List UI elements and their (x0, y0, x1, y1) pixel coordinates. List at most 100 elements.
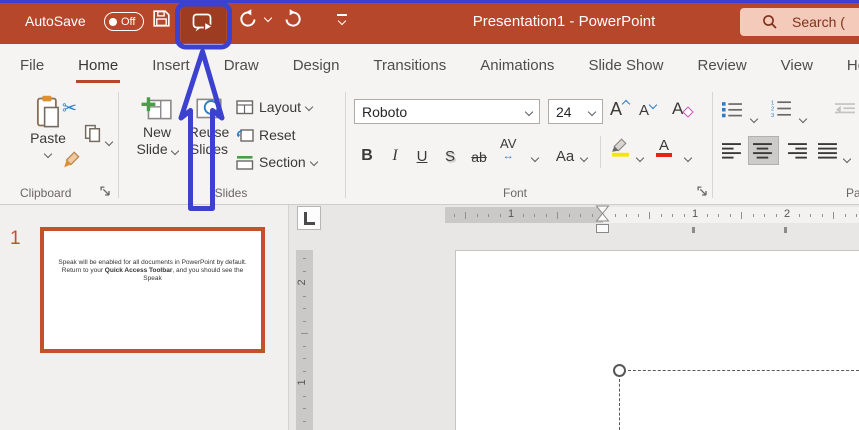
chevron-down-icon (104, 137, 114, 147)
bold-label: B (361, 147, 373, 164)
chevron-down-icon (842, 154, 852, 164)
chevron-down-icon (263, 13, 273, 23)
qat-overflow-line-icon (337, 14, 347, 16)
ruler-tick (741, 212, 742, 219)
tab-animations[interactable]: Animations (478, 48, 556, 83)
bullets-button[interactable] (722, 101, 743, 118)
autosave-toggle[interactable]: Off (104, 12, 144, 31)
spacing-label: AV (500, 136, 517, 151)
ruler-tick (303, 408, 306, 409)
tab-draw[interactable]: Draw (222, 48, 261, 83)
ruler-tick (303, 395, 306, 397)
floppy-disk-icon (151, 8, 172, 29)
slide-thumbnail-text: Speak will be enabled for all documents … (58, 259, 247, 282)
section-button[interactable]: Section (236, 154, 318, 170)
horizontal-ruler: 1 1 2 (445, 207, 859, 223)
text-highlight-button[interactable] (610, 136, 631, 157)
change-case-button[interactable]: Aa (553, 139, 577, 165)
tab-stop-mark[interactable] (692, 227, 695, 233)
format-painter-button[interactable] (62, 149, 82, 169)
clipboard-dialog-launcher-icon[interactable] (100, 186, 111, 197)
redo-button[interactable] (283, 8, 306, 28)
text-shadow-button[interactable]: S (440, 139, 460, 165)
grow-font-button[interactable]: A (610, 99, 631, 120)
ruler-tick (718, 214, 719, 217)
font-family-combo[interactable]: Roboto (354, 99, 540, 124)
align-right-button[interactable] (788, 143, 809, 159)
autosave-label: AutoSave (25, 13, 86, 29)
tab-design[interactable]: Design (291, 48, 342, 83)
shrink-font-button[interactable]: A (639, 100, 658, 119)
section-icon (236, 155, 254, 170)
bold-button[interactable]: B (356, 139, 378, 165)
font-color-button[interactable]: A (656, 137, 672, 157)
spacing-dropdown[interactable] (530, 148, 540, 166)
ruler-number: 1 (296, 379, 309, 386)
tab-view[interactable]: View (779, 48, 815, 83)
undo-button[interactable] (235, 8, 258, 28)
copy-pages-icon (84, 124, 101, 143)
align-center-button[interactable] (753, 143, 774, 159)
left-indent-marker[interactable] (596, 224, 609, 233)
magnifier-icon (762, 14, 778, 30)
cut-button[interactable]: ✂ (62, 98, 77, 119)
slide-thumbnail[interactable]: Speak will be enabled for all documents … (40, 227, 265, 353)
font-color-dropdown[interactable] (683, 148, 693, 166)
justify-button[interactable] (818, 143, 839, 159)
chevron-down-icon (635, 153, 645, 163)
font-dialog-launcher-icon[interactable] (697, 186, 708, 197)
resize-handle-circle[interactable] (613, 364, 626, 377)
slide-canvas[interactable] (455, 250, 859, 430)
justify-dropdown[interactable] (842, 149, 852, 167)
ruler-number: 1 (507, 208, 515, 220)
clear-formatting-button[interactable]: A (672, 99, 695, 119)
reset-button[interactable]: Reset (236, 127, 296, 143)
underline-button[interactable]: U (412, 139, 432, 165)
ruler-tick (591, 214, 593, 217)
italic-button[interactable]: I (385, 139, 405, 165)
ruler-tick (752, 214, 754, 217)
new-slide-label2: Slide (136, 141, 179, 158)
tab-help[interactable]: Help (845, 48, 859, 83)
tab-review[interactable]: Review (695, 48, 748, 83)
ruler-tick (545, 214, 547, 217)
align-left-button[interactable] (722, 143, 743, 159)
copy-dropdown[interactable] (104, 132, 114, 150)
speak-button[interactable] (181, 4, 226, 43)
font-size-combo[interactable]: 24 (548, 99, 603, 124)
ruler-tick (303, 370, 306, 372)
new-slide-button[interactable]: New Slide (131, 94, 183, 158)
tab-slide-show[interactable]: Slide Show (586, 48, 665, 83)
highlight-dropdown[interactable] (635, 148, 645, 166)
character-spacing-button[interactable]: AV ↔ (500, 136, 517, 162)
strikethrough-button[interactable]: ab (467, 139, 491, 165)
undo-dropdown[interactable] (263, 13, 273, 23)
decrease-indent-button[interactable] (835, 102, 856, 117)
reuse-slides-button[interactable]: Reuse Slides (183, 94, 235, 158)
tab-home[interactable]: Home (76, 48, 121, 83)
tab-selector-box[interactable] (297, 206, 321, 230)
autosave-state: Off (121, 15, 136, 28)
font-size-value: 24 (556, 103, 572, 120)
chevron-down-icon (524, 107, 534, 116)
indent-markers[interactable] (595, 205, 610, 223)
copy-button[interactable] (84, 124, 101, 143)
numbering-dropdown[interactable] (798, 109, 808, 127)
search-box[interactable]: Search ( (740, 8, 859, 36)
layout-button[interactable]: Layout (236, 99, 314, 115)
tab-file[interactable]: File (18, 48, 46, 83)
ruler-tick (626, 214, 627, 217)
clear-format-letter: A (672, 99, 684, 118)
case-dropdown[interactable] (579, 148, 589, 166)
layout-label: Layout (259, 99, 302, 115)
group-divider (118, 92, 119, 198)
bullets-dropdown[interactable] (749, 109, 759, 127)
customize-qat-button[interactable] (337, 14, 347, 25)
save-button[interactable] (151, 8, 172, 29)
group-divider (345, 92, 346, 198)
svg-text:3: 3 (771, 113, 774, 118)
tab-insert[interactable]: Insert (150, 48, 192, 83)
tab-stop-mark[interactable] (784, 227, 787, 233)
tab-transitions[interactable]: Transitions (371, 48, 448, 83)
numbering-button[interactable]: 1 2 3 (771, 99, 792, 118)
